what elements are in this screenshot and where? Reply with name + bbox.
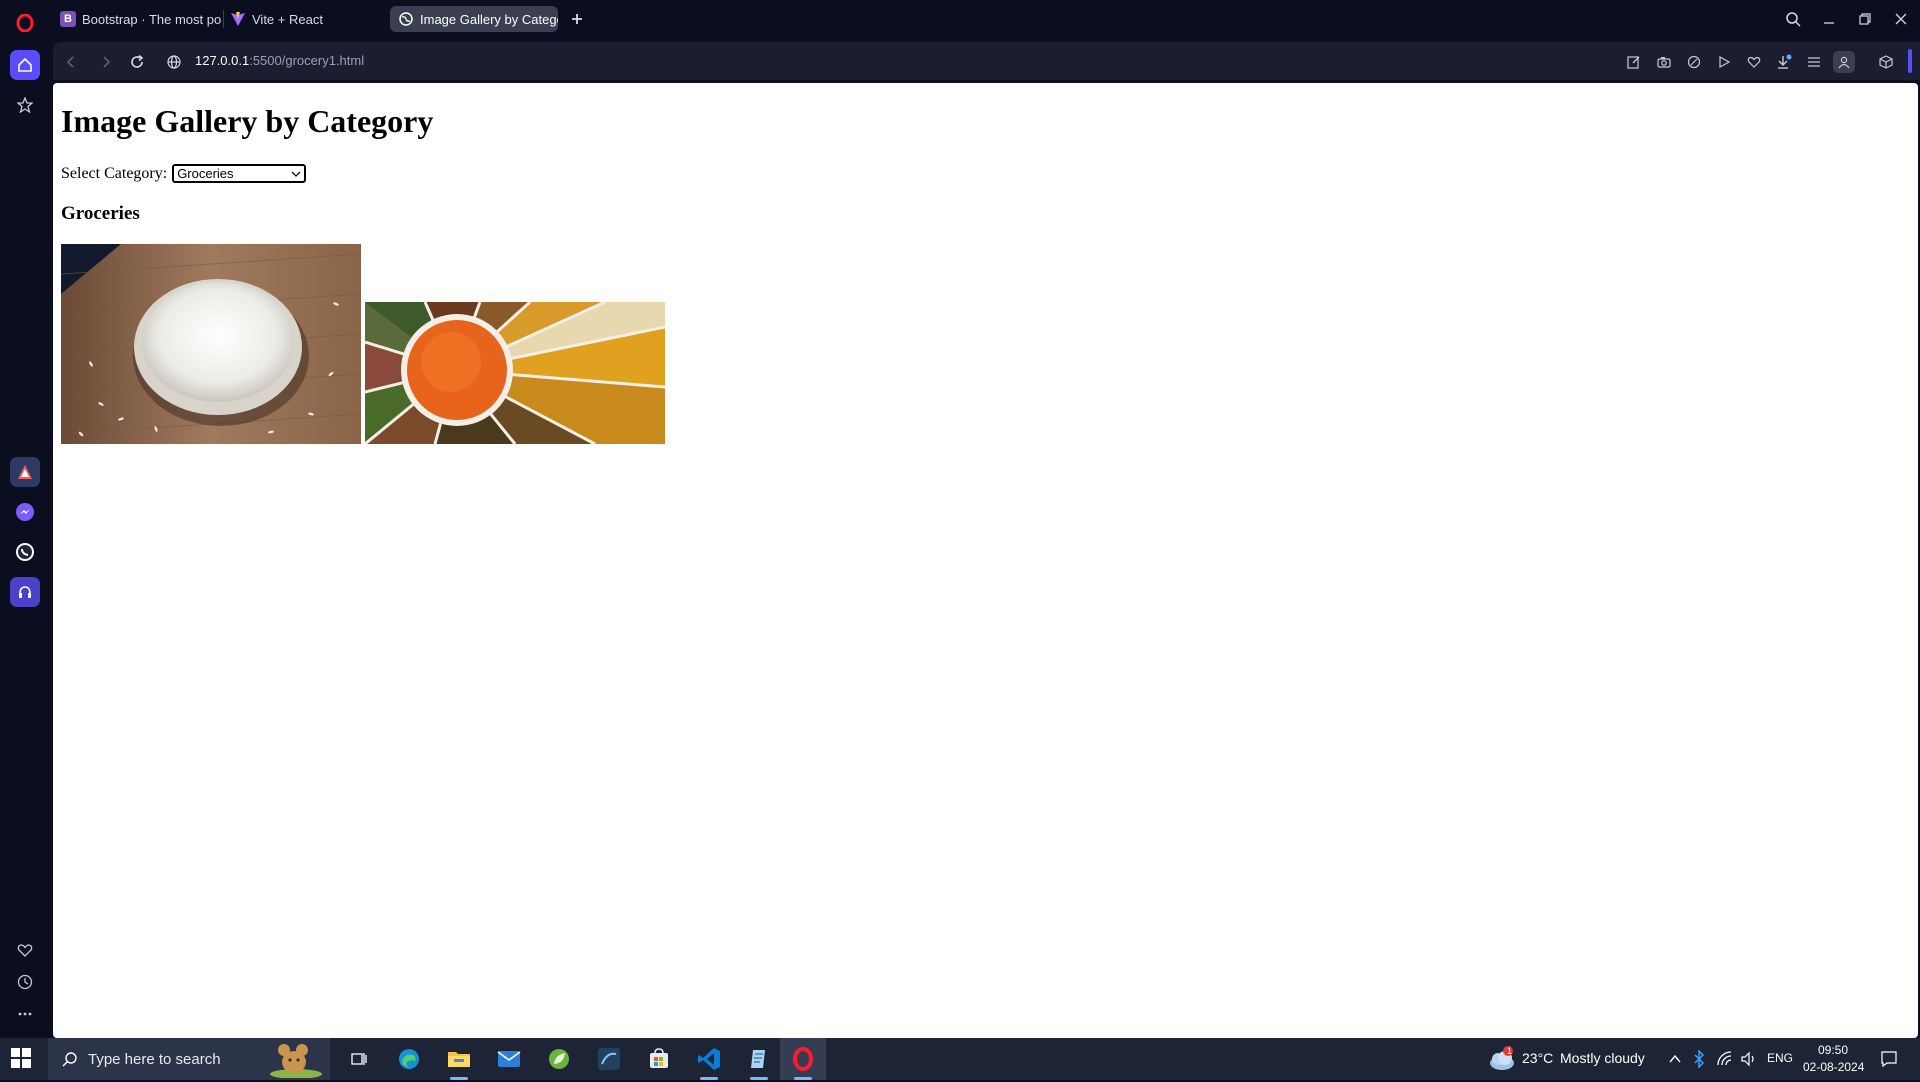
new-tab-button[interactable] (566, 8, 588, 30)
tab-bootstrap[interactable]: B Bootstrap · The most popu (52, 6, 222, 32)
lentils-platter-image (365, 302, 665, 444)
bootstrap-icon: B (60, 11, 76, 27)
profile-avatar-icon[interactable] (1833, 51, 1855, 73)
windows-start-icon[interactable] (10, 1047, 34, 1071)
mysql-workbench-icon[interactable] (586, 1038, 632, 1080)
forward-icon[interactable] (95, 51, 117, 73)
microsoft-store-icon[interactable] (636, 1038, 682, 1080)
page-title: Image Gallery by Category (61, 103, 434, 139)
mail-icon[interactable] (486, 1038, 532, 1080)
show-hidden-icons-chevron-icon[interactable] (1668, 1051, 1682, 1070)
camera-snapshot-icon[interactable] (1653, 51, 1675, 73)
category-select-row: Select Category: Groceries (61, 164, 307, 183)
url-field[interactable]: 127.0.0.1:5500/grocery1.html (195, 53, 364, 68)
sidebar-toggle-accent[interactable] (1908, 49, 1912, 73)
close-window-button[interactable] (1886, 6, 1916, 32)
aria-ai-icon[interactable] (10, 457, 40, 487)
input-language[interactable]: ENG (1767, 1051, 1793, 1065)
edit-page-icon[interactable] (1623, 51, 1645, 73)
favorites-heart-icon[interactable] (10, 935, 40, 965)
tab-label: Vite + React (252, 11, 323, 27)
weather-alert-badge: 1 (1507, 1046, 1513, 1056)
notifications-icon[interactable] (1880, 1050, 1898, 1072)
reload-icon[interactable] (126, 51, 148, 73)
tab-image-gallery[interactable]: Image Gallery by Categor (390, 6, 558, 32)
file-explorer-icon[interactable] (436, 1038, 482, 1080)
url-host: 127.0.0.1 (195, 53, 250, 68)
opera-logo-icon[interactable] (10, 8, 40, 38)
restore-button[interactable] (1850, 6, 1880, 32)
my-flow-heart-icon[interactable] (1743, 51, 1765, 73)
volume-speaker-icon[interactable] (1740, 1050, 1758, 1072)
clock-date[interactable]: 02-08-2024 (1803, 1060, 1864, 1074)
history-clock-icon[interactable] (10, 967, 40, 997)
taskbar-search-box[interactable]: Type here to search (48, 1038, 330, 1080)
easy-setup-menu-icon[interactable] (1803, 51, 1825, 73)
taskbar: Type here to search 1 23°C Mostly cloudy (0, 1038, 1920, 1080)
sidebar (0, 40, 50, 1038)
whatsapp-icon[interactable] (10, 537, 40, 567)
tab-label: Bootstrap · The most popu (82, 11, 222, 27)
minimize-button[interactable] (1814, 6, 1844, 32)
messenger-icon[interactable] (10, 497, 40, 527)
search-tabs-icon[interactable] (1778, 6, 1808, 32)
category-select-value: Groceries (177, 166, 234, 181)
tab-vite-react[interactable]: Vite + React (222, 6, 382, 32)
weather-condition[interactable]: Mostly cloudy (1560, 1050, 1645, 1066)
more-dots-icon[interactable] (10, 999, 40, 1029)
home-icon[interactable] (10, 50, 40, 80)
vscode-icon[interactable] (686, 1038, 732, 1080)
search-placeholder: Type here to search (88, 1050, 221, 1068)
notepad-icon[interactable] (736, 1038, 782, 1080)
vite-icon (230, 11, 246, 27)
bookmarks-star-icon[interactable] (10, 90, 40, 120)
category-select[interactable]: Groceries (172, 164, 307, 183)
globe-icon (398, 11, 414, 27)
back-icon[interactable] (60, 51, 82, 73)
player-play-icon[interactable] (1713, 51, 1735, 73)
bluetooth-icon[interactable] (1692, 1049, 1706, 1072)
url-path: :5500/grocery1.html (249, 53, 365, 68)
select-label: Select Category: (61, 164, 168, 182)
address-toolbar: 127.0.0.1:5500/grocery1.html (53, 42, 1920, 80)
spring-tools-icon[interactable] (536, 1038, 582, 1080)
chevron-down-icon (291, 166, 301, 181)
network-wifi-icon[interactable] (1716, 1050, 1734, 1072)
music-player-icon[interactable] (10, 577, 40, 607)
weather-temperature[interactable]: 23°C (1522, 1050, 1553, 1066)
title-bar: B Bootstrap · The most popu Vite + React… (0, 0, 1920, 40)
clock-time[interactable]: 09:50 (1818, 1043, 1848, 1057)
task-view-icon[interactable] (336, 1038, 382, 1080)
downloads-icon[interactable] (1773, 51, 1795, 73)
ad-blocker-icon[interactable] (1683, 51, 1705, 73)
category-heading: Groceries (61, 203, 140, 224)
edge-browser-icon[interactable] (386, 1038, 432, 1080)
search-highlight-mouse-icon (268, 1040, 324, 1082)
rice-bowl-image (61, 244, 361, 444)
page-viewport: Image Gallery by Category Select Categor… (53, 83, 1918, 1038)
tab-label: Image Gallery by Categor (420, 11, 558, 27)
opera-taskbar-icon[interactable] (780, 1038, 826, 1080)
extensions-cube-icon[interactable] (1875, 51, 1897, 73)
search-icon (62, 1051, 78, 1067)
site-info-globe-icon[interactable] (163, 51, 185, 73)
